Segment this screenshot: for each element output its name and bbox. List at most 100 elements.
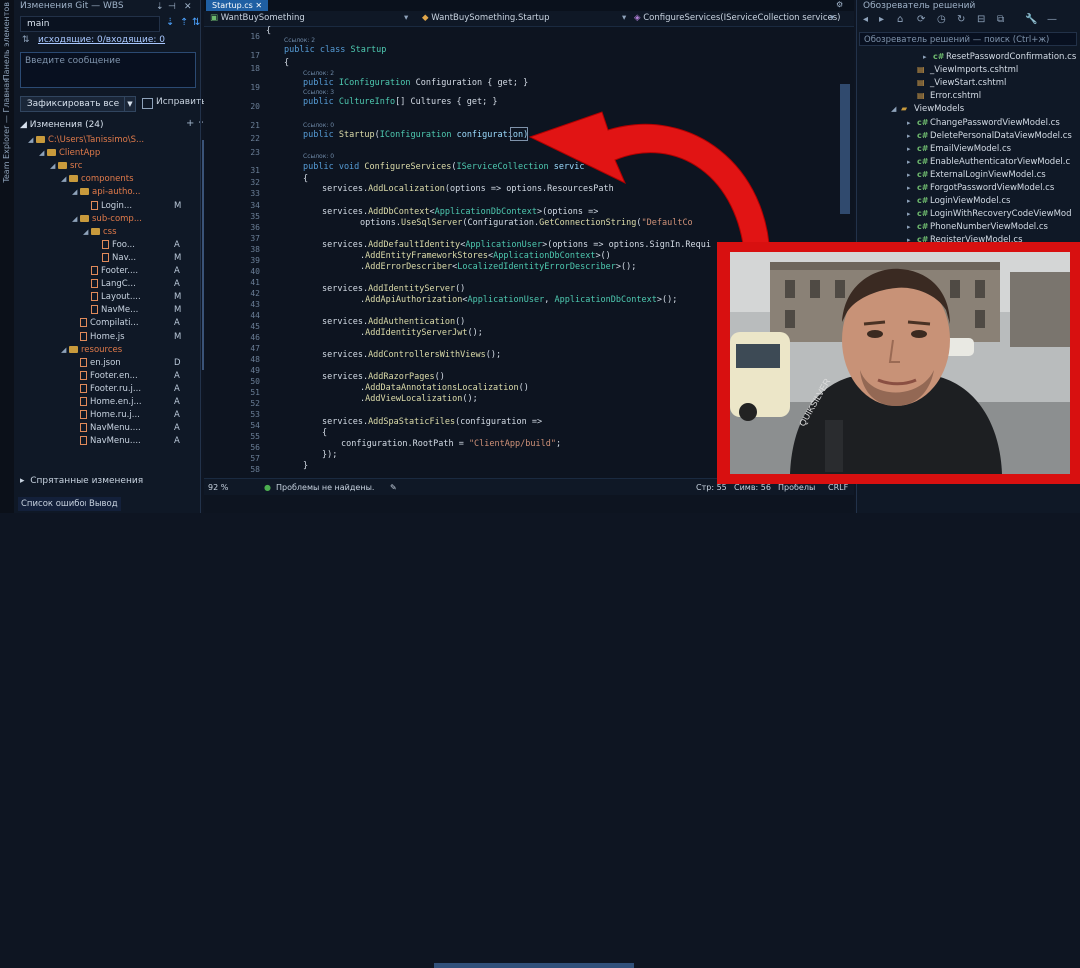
tree-file[interactable]: NavMe... [83,304,138,317]
solution-file[interactable]: ▤ _ViewImports.cshtml [907,63,1018,76]
expand-arrow-icon[interactable]: ◢ [28,134,36,147]
expand-arrow-icon[interactable]: ◢ [72,213,80,226]
close-icon[interactable]: ✕ [184,2,192,12]
changes-header[interactable]: ◢ Изменения (24) [20,120,104,130]
solution-folder[interactable]: ◢ ▰ ViewModels [891,102,964,115]
team-explorer-tab[interactable]: Team Explorer — Главная [2,78,11,183]
solution-file[interactable]: ▸ c# EmailViewModel.cs [907,142,1011,155]
pin-icon[interactable]: ⊣ [168,2,176,12]
pull-icon[interactable]: ⇣ [166,17,174,28]
tab-startup-cs[interactable]: Startup.cs ✕ [206,0,269,11]
home-icon[interactable]: ⌂ [897,14,903,25]
tree-file[interactable]: en.json [72,357,121,370]
error-list-tab[interactable]: Список ошибок [18,497,93,511]
tree-file[interactable]: Home.js [72,331,125,344]
show-all-files-icon[interactable]: ⧉ [997,14,1004,25]
whitespace-indicator[interactable]: Пробелы [778,483,815,492]
tree-folder[interactable]: ◢ C:\Users\Tanissimo\S... [28,134,144,147]
expand-arrow-icon[interactable]: ◢ [72,186,80,199]
sync-status-link[interactable]: исходящие: 0/входящие: 0 [38,35,165,45]
expand-arrow-icon[interactable]: ▸ [907,182,917,195]
reference-count[interactable]: Ссылок: 0 [303,153,334,160]
solution-file[interactable]: ▸ c# ForgotPasswordViewModel.cs [907,181,1054,194]
sync-icon[interactable]: ⇅ [192,17,200,28]
expand-arrow-icon[interactable]: ▸ [907,208,917,221]
tree-folder[interactable]: ◢ sub-comp... [72,213,142,226]
tree-file[interactable]: NavMenu.... [72,422,141,435]
expand-arrow-icon[interactable]: ◢ [50,160,58,173]
solution-file[interactable]: ▸ c# PhoneNumberViewModel.cs [907,220,1048,233]
problems-status[interactable]: Проблемы не найдены. [276,483,374,492]
push-icon[interactable]: ⇡ [180,17,188,28]
reference-count[interactable]: Ссылок: 3 [303,89,334,96]
reference-count[interactable]: Ссылок: 2 [303,70,334,77]
output-tab[interactable]: Вывод [86,497,121,511]
expand-arrow-icon[interactable]: ◢ [83,226,91,239]
chevron-down-icon[interactable]: ▾ [404,13,408,23]
expand-arrow-icon[interactable]: ▸ [907,156,917,169]
class-dropdown[interactable]: ◆ WantBuySomething.Startup [422,13,550,23]
horizontal-scrollbar[interactable] [434,963,634,968]
solution-search-input[interactable]: Обозреватель решений — поиск (Ctrl+ж) [859,32,1077,46]
back-icon[interactable]: ◂ [863,14,868,25]
tree-folder[interactable]: ◢ src [50,160,82,173]
tree-folder[interactable]: ◢ api-autho... [72,186,141,199]
refresh-icon[interactable]: ↻ [957,14,965,25]
tree-file[interactable]: Layout.... [83,291,141,304]
stage-all-icon[interactable]: + [186,118,194,129]
tree-file[interactable]: Foo... [94,239,135,252]
solution-file[interactable]: ▤ _ViewStart.cshtml [907,76,1006,89]
reference-count[interactable]: Ссылок: 2 [284,37,315,44]
fetch-icon[interactable]: ⇣ [156,2,164,12]
expand-arrow-icon[interactable]: ▸ [907,143,917,156]
expand-arrow-icon[interactable]: ▸ [907,221,917,234]
pending-changes-icon[interactable]: ◷ [937,14,946,25]
tree-file[interactable]: Footer.... [83,265,138,278]
settings-icon[interactable]: ⚙ [836,0,843,9]
stashed-changes-section[interactable]: ▸ Спрятанные изменения [20,476,143,486]
tree-folder[interactable]: ◢ resources [61,344,122,357]
collapse-all-icon[interactable]: ⊟ [977,14,985,25]
solution-file[interactable]: ▸ c# ResetPasswordConfirmation.cs [923,50,1076,63]
tree-file[interactable]: Home.ru.j... [72,409,140,422]
amend-checkbox[interactable] [142,98,153,109]
commit-dropdown-button[interactable]: ▼ [124,96,136,112]
line-ending-indicator[interactable]: CRLF [828,483,848,492]
expand-arrow-icon[interactable]: ▸ [907,169,917,182]
solution-file[interactable]: ▸ c# EnableAuthenticatorViewModel.c [907,155,1070,168]
toolbox-tab[interactable]: Панель элементов [2,2,11,80]
tree-file[interactable]: NavMenu.... [72,435,141,448]
tree-file[interactable]: LangC... [83,278,136,291]
tree-file[interactable]: Compilati... [72,317,139,330]
tree-folder[interactable]: ◢ ClientApp [39,147,100,160]
solution-file[interactable]: ▤ Error.cshtml [907,89,981,102]
expand-arrow-icon[interactable]: ▸ [907,117,917,130]
solution-file[interactable]: ▸ c# DeletePersonalDataViewModel.cs [907,129,1072,142]
zoom-level[interactable]: 92 % [208,483,228,492]
branch-selector[interactable]: main [20,16,160,32]
solution-file[interactable]: ▸ c# ChangePasswordViewModel.cs [907,116,1060,129]
brush-icon[interactable]: ✎ [390,483,397,492]
tree-file[interactable]: Footer.en... [72,370,138,383]
chevron-down-icon[interactable]: ▾ [622,13,626,23]
expand-arrow-icon[interactable]: ▸ [907,195,917,208]
solution-file[interactable]: ▸ c# LoginViewModel.cs [907,194,1010,207]
forward-icon[interactable]: ▸ [879,14,884,25]
reference-count[interactable]: Ссылок: 0 [303,122,334,129]
tree-file[interactable]: Footer.ru.j... [72,383,141,396]
collapsed-code-indicator[interactable] [510,127,528,141]
tree-file[interactable]: Nav... [94,252,136,265]
chevron-down-icon[interactable]: ▾ [830,13,834,23]
dash-icon[interactable]: — [1047,14,1057,25]
tree-file[interactable]: Login... [83,200,132,213]
expand-arrow-icon[interactable]: ◢ [61,173,69,186]
expand-arrow-icon[interactable]: ◢ [61,344,69,357]
member-dropdown[interactable]: ◈ ConfigureServices(IServiceCollection s… [634,13,840,23]
tree-folder[interactable]: ◢ css [83,226,117,239]
commit-all-button[interactable]: Зафиксировать все [20,96,126,112]
expand-arrow-icon[interactable]: ◢ [891,103,901,116]
tree-file[interactable]: Home.en.j... [72,396,142,409]
properties-icon[interactable]: 🔧 [1025,14,1037,25]
editor-scrollbar[interactable] [840,84,850,214]
expand-arrow-icon[interactable]: ◢ [39,147,47,160]
